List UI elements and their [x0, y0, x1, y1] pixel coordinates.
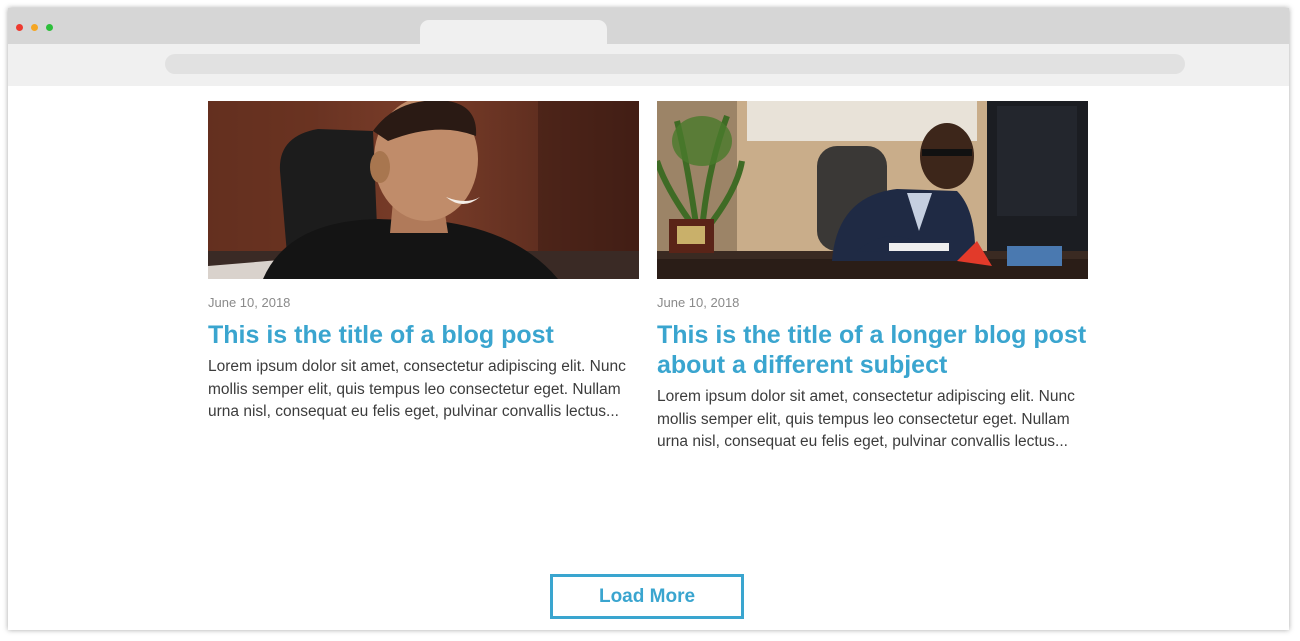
post-image-man-smiling: [208, 101, 639, 279]
load-more-button[interactable]: Load More: [550, 574, 744, 619]
post-excerpt: Lorem ipsum dolor sit amet, consectetur …: [657, 388, 1075, 451]
post-image-man-on-phone: [657, 101, 1088, 279]
post-title[interactable]: This is the title of a longer blog post …: [657, 320, 1088, 380]
post-date: June 10, 2018: [657, 295, 740, 310]
minimize-window-icon[interactable]: [31, 24, 38, 31]
maximize-window-icon[interactable]: [46, 24, 53, 31]
post-title[interactable]: This is the title of a blog post: [208, 320, 639, 350]
blog-content: June 10, 2018 This is the title of a blo…: [8, 86, 1289, 630]
post-thumbnail[interactable]: [657, 101, 1088, 279]
close-window-icon[interactable]: [16, 24, 23, 31]
post-excerpt: Lorem ipsum dolor sit amet, consectetur …: [208, 358, 626, 421]
browser-titlebar: [8, 8, 1289, 44]
browser-window: June 10, 2018 This is the title of a blo…: [8, 8, 1289, 630]
browser-toolbar: [8, 44, 1289, 86]
address-bar[interactable]: [165, 54, 1185, 74]
post-thumbnail[interactable]: [208, 101, 639, 279]
browser-tab[interactable]: [420, 20, 607, 44]
blog-post-card[interactable]: June 10, 2018 This is the title of a lon…: [657, 101, 1088, 454]
post-date: June 10, 2018: [208, 295, 291, 310]
blog-post-card[interactable]: June 10, 2018 This is the title of a blo…: [208, 101, 639, 424]
